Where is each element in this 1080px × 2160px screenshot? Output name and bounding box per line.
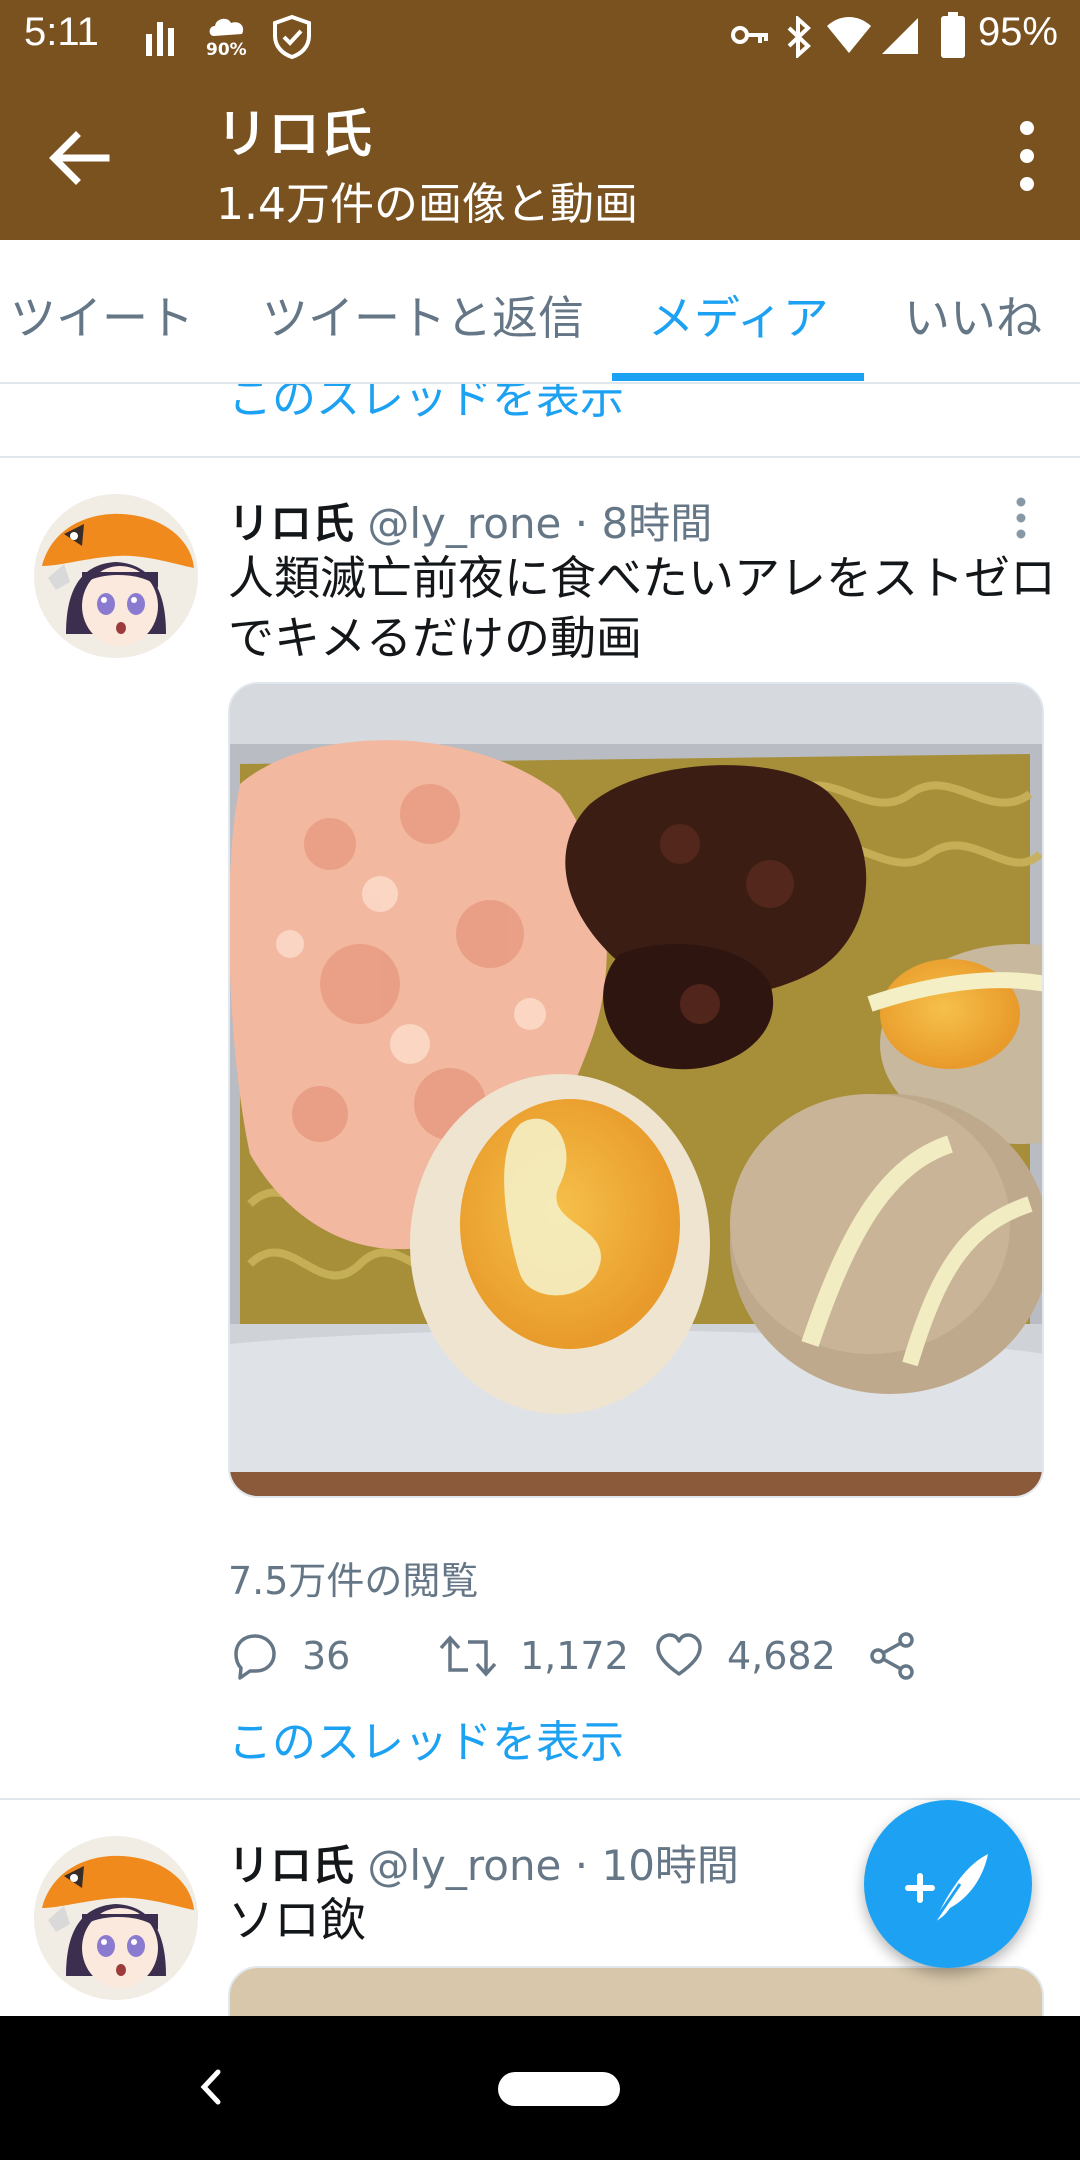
retweet-button[interactable]: 1,172 xyxy=(438,1626,629,1686)
display-name[interactable]: リロ氏 xyxy=(228,499,354,548)
reply-count: 36 xyxy=(302,1634,351,1678)
tweet-header: リロ氏 @ly_rone · 10時間 xyxy=(228,1832,739,1893)
retweet-icon xyxy=(439,1635,497,1677)
data-saver-icon: 90% xyxy=(206,14,256,60)
avatar[interactable] xyxy=(34,494,198,658)
nav-home-pill[interactable] xyxy=(498,2072,620,2106)
avatar-image xyxy=(34,1836,198,2000)
reply-icon xyxy=(234,1634,276,1680)
tab-media[interactable]: メディア xyxy=(648,282,829,348)
reply-button[interactable]: 36 xyxy=(228,1626,350,1686)
meta-separator: · xyxy=(574,1841,589,1890)
tab-tweets[interactable]: ツイート xyxy=(10,282,194,348)
arrow-left-icon[interactable] xyxy=(40,118,120,198)
user-handle[interactable]: @ly_rone xyxy=(367,1841,561,1890)
tweet-media[interactable] xyxy=(228,1966,1044,2016)
battery-percent: 95% xyxy=(977,10,1058,54)
avatar-image xyxy=(34,494,198,658)
network-badge: 90% xyxy=(206,40,247,60)
video-thumbnail xyxy=(230,684,1042,1496)
compose-tweet-button[interactable] xyxy=(864,1800,1032,1968)
tweet-time: 8時間 xyxy=(601,499,713,548)
tweet-actions: 36 1,172 4,682 xyxy=(228,1626,928,1686)
show-thread-link[interactable]: このスレッドを表示 xyxy=(228,1706,624,1770)
compose-tweet-icon xyxy=(905,1854,988,1923)
share-icon xyxy=(870,1632,914,1680)
tweet-time: 10時間 xyxy=(601,1841,739,1890)
signal-bars-icon xyxy=(146,22,174,56)
profile-title: リロ氏 xyxy=(216,105,373,165)
app-bar: リロ氏 1.4万件の画像と動画 xyxy=(0,72,1080,240)
nav-back-icon[interactable] xyxy=(190,2062,230,2112)
meta-separator: · xyxy=(574,499,589,548)
status-bar: 5:11 90% 95% xyxy=(0,0,1080,72)
tweet-header: リロ氏 @ly_rone · 8時間 xyxy=(228,490,712,551)
tab-likes[interactable]: いいね xyxy=(904,282,1042,348)
tweet-video[interactable] xyxy=(228,682,1044,1498)
share-button[interactable] xyxy=(866,1626,940,1686)
system-nav-bar xyxy=(0,2016,1080,2160)
tweet-text: 人類滅亡前夜に食べたいアレをストゼロでキメるだけの動画 xyxy=(228,551,1056,665)
bluetooth-icon xyxy=(787,16,811,58)
heart-icon xyxy=(656,1633,702,1676)
tweet[interactable]: リロ氏 @ly_rone · 8時間 人類滅亡前夜に食べたいアレをストゼロでキメ… xyxy=(0,458,1080,1798)
active-tab-indicator xyxy=(612,373,864,381)
more-vertical-icon[interactable] xyxy=(1002,116,1052,196)
like-count: 4,682 xyxy=(727,1634,836,1678)
avatar[interactable] xyxy=(34,1836,198,2000)
battery-icon xyxy=(941,12,965,58)
user-handle[interactable]: @ly_rone xyxy=(367,499,561,548)
profile-tabs: ツイート ツイートと返信 メディア いいね xyxy=(0,240,1080,384)
status-time: 5:11 xyxy=(24,10,99,54)
tweet-options-icon[interactable] xyxy=(1006,494,1036,544)
like-button[interactable]: 4,682 xyxy=(653,1626,836,1686)
display-name[interactable]: リロ氏 xyxy=(228,1841,354,1890)
vpn-key-icon xyxy=(731,26,768,44)
retweet-count: 1,172 xyxy=(520,1634,629,1678)
view-count: 7.5万件の閲覧 xyxy=(228,1559,479,1603)
cell-signal-icon xyxy=(882,18,918,54)
tab-tweets-and-replies[interactable]: ツイートと返信 xyxy=(262,282,584,348)
media-count: 1.4万件の画像と動画 xyxy=(216,179,638,230)
shield-check-icon xyxy=(273,14,311,60)
wifi-icon xyxy=(827,17,871,53)
